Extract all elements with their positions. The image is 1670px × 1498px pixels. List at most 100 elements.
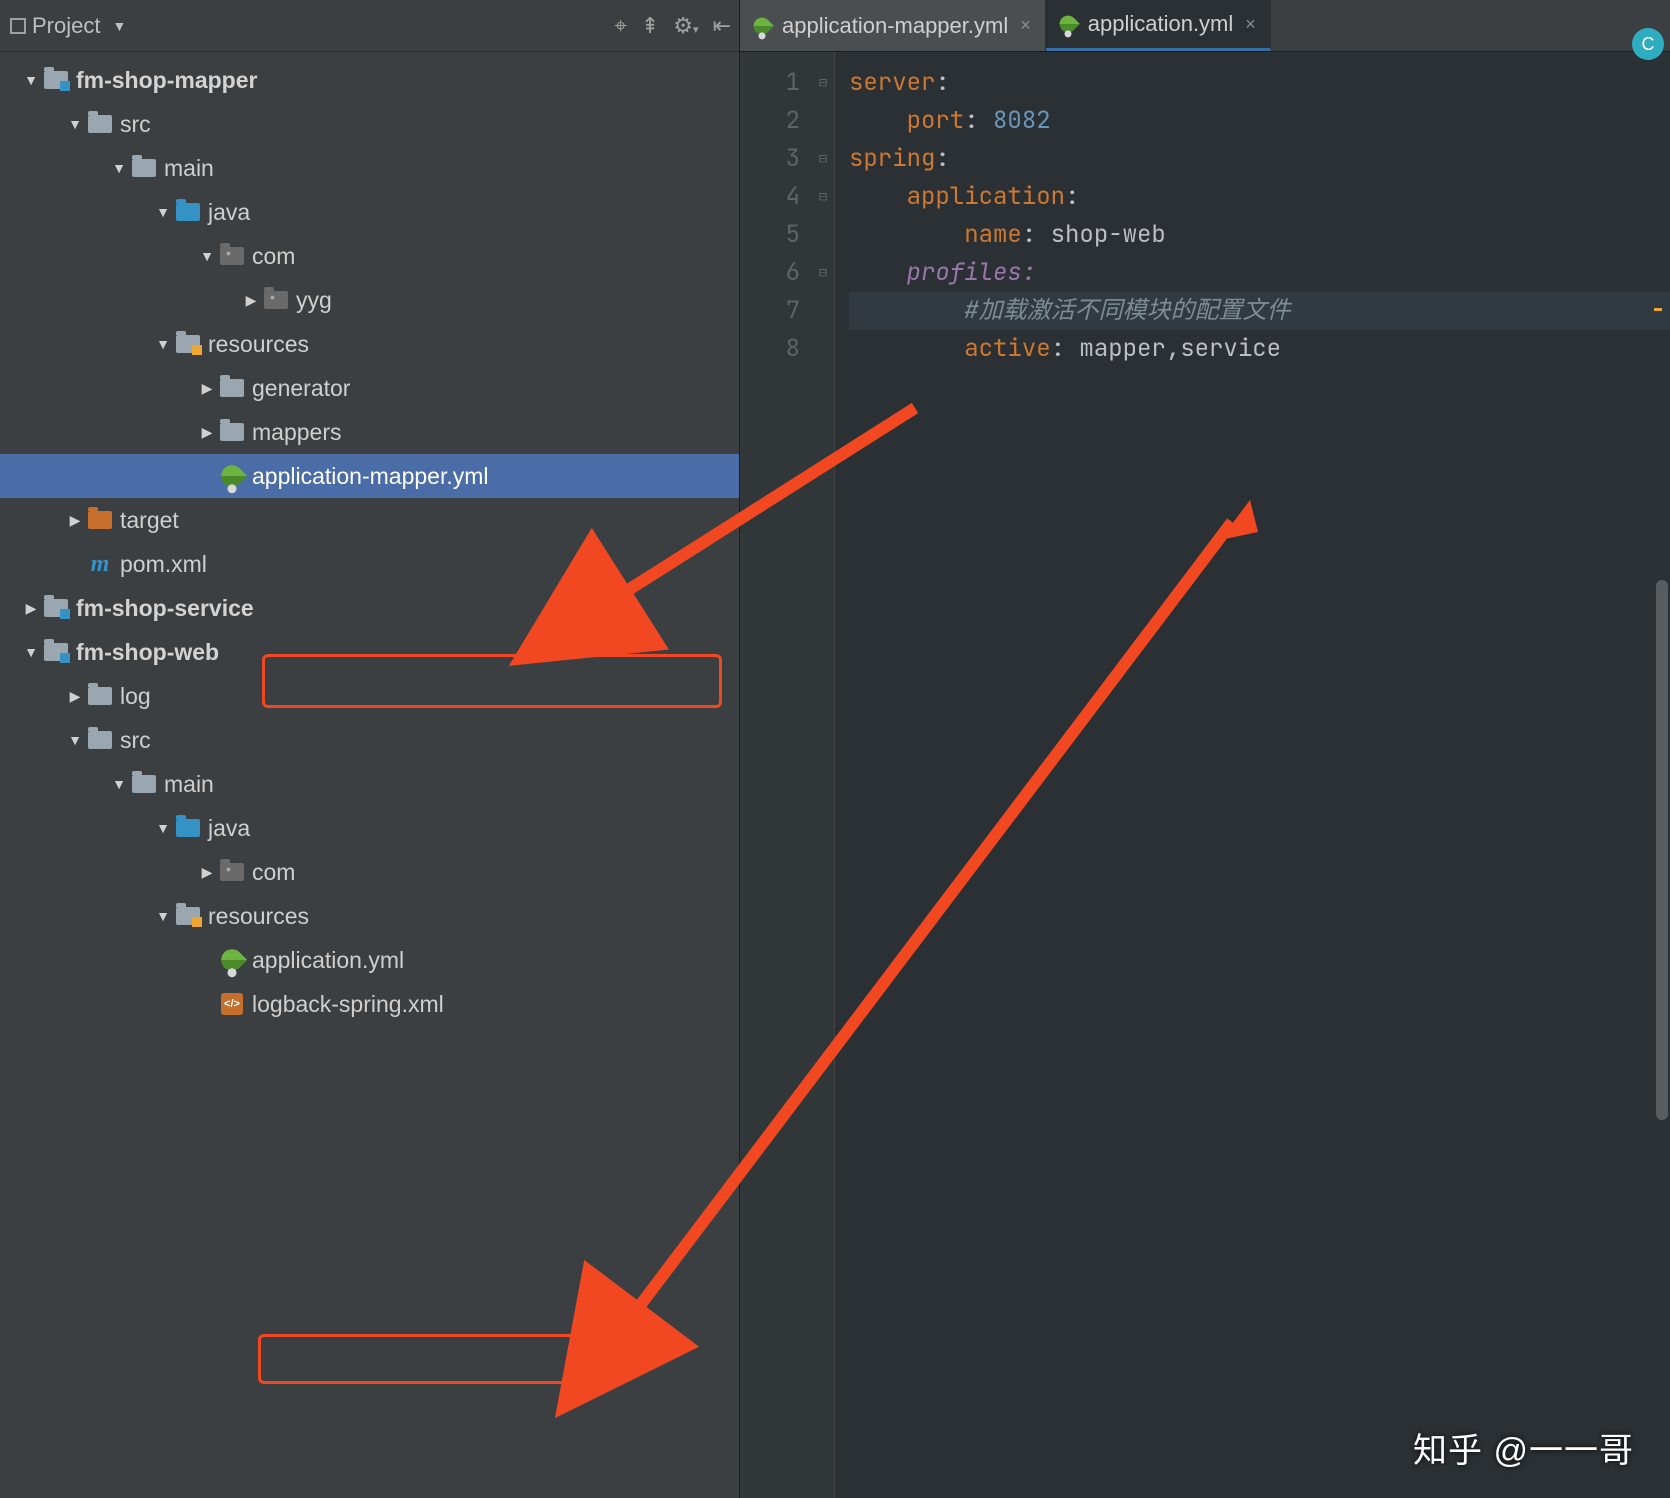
tree-item-com[interactable]: ▶com (0, 850, 739, 894)
code-area[interactable]: server: port: 8082spring: application: n… (834, 52, 1670, 1498)
tree-toggle-icon[interactable]: ▼ (108, 776, 130, 792)
tree-item-mappers[interactable]: ▶mappers (0, 410, 739, 454)
marker-warning (1654, 308, 1662, 311)
tree-toggle-icon[interactable]: ▶ (240, 292, 262, 309)
editor-tab-application-mapper-yml[interactable]: application-mapper.yml × (740, 0, 1046, 51)
spring-config-icon (218, 464, 246, 488)
tree-toggle-icon[interactable]: ▼ (20, 644, 42, 660)
editor-body[interactable]: 12345678 ⊟⊟⊟⊟ server: port: 8082spring: … (740, 52, 1670, 1498)
editor-tab-application-yml[interactable]: application.yml× (1046, 0, 1271, 51)
fold-marker[interactable]: ⊟ (812, 178, 834, 216)
project-panel-title[interactable]: Project ▼ (4, 13, 126, 39)
tree-item-generator[interactable]: ▶ generator (0, 366, 739, 410)
tree-toggle-icon[interactable]: ▶ (196, 380, 218, 397)
tree-toggle-icon[interactable]: ▶ (196, 424, 218, 441)
code-line[interactable]: name: shop-web (849, 216, 1670, 254)
tree-item-yyg[interactable]: ▶yyg (0, 278, 739, 322)
code-line[interactable]: server: (849, 64, 1670, 102)
module-folder-icon (42, 68, 70, 92)
tree-toggle-icon[interactable]: ▼ (108, 160, 130, 176)
code-line[interactable]: spring: (849, 140, 1670, 178)
code-line[interactable]: #加载激活不同模块的配置文件 (849, 292, 1670, 330)
project-title-label: Project (32, 13, 100, 39)
tree-item-resources[interactable]: ▼resources (0, 894, 739, 938)
fold-marker[interactable] (812, 216, 834, 254)
tree-item-label: logback-spring.xml (252, 991, 444, 1018)
code-line[interactable]: active: mapper,service (849, 330, 1670, 368)
folder-icon (218, 420, 246, 444)
module-folder-icon (42, 640, 70, 664)
tree-item-main[interactable]: ▼main (0, 762, 739, 806)
line-number: 1 (740, 64, 800, 102)
tree-item-java[interactable]: ▼java (0, 190, 739, 234)
tab-label: application-mapper.yml (782, 13, 1008, 39)
tree-item-com[interactable]: ▼ com (0, 234, 739, 278)
tree-toggle-icon[interactable]: ▼ (20, 72, 42, 88)
line-number: 4 (740, 178, 800, 216)
tree-item-fm-shop-service[interactable]: ▶fm-shop-service (0, 586, 739, 630)
tree-item-label: application-mapper.yml (252, 463, 489, 490)
tree-toggle-icon[interactable]: ▶ (64, 512, 86, 529)
tree-item-label: src (120, 111, 151, 138)
tree-item-label: com (252, 243, 295, 270)
tree-item-application-mapper-yml[interactable]: ▶application-mapper.yml (0, 454, 739, 498)
line-number: 8 (740, 330, 800, 368)
fold-marker[interactable] (812, 292, 834, 330)
tree-toggle-icon[interactable]: ▼ (196, 248, 218, 264)
fold-marker[interactable]: ⊟ (812, 254, 834, 292)
fold-marker[interactable] (812, 330, 834, 368)
tree-toggle-icon[interactable]: ▼ (152, 908, 174, 924)
gear-icon[interactable]: ⚙▾ (673, 13, 698, 39)
inspection-badge[interactable]: C (1632, 28, 1664, 60)
code-line[interactable]: port: 8082 (849, 102, 1670, 140)
folder-icon (86, 112, 114, 136)
folder-icon (130, 772, 158, 796)
tree-item-fm-shop-web[interactable]: ▼fm-shop-web (0, 630, 739, 674)
tree-item-java[interactable]: ▼java (0, 806, 739, 850)
tree-toggle-icon[interactable]: ▼ (64, 732, 86, 748)
line-numbers-gutter: 12345678 (740, 52, 812, 1498)
tree-item-log[interactable]: ▶log (0, 674, 739, 718)
source-folder-icon (174, 816, 202, 840)
close-icon[interactable]: × (1245, 14, 1256, 35)
project-panel-actions: ⌖ ⇞ ⚙▾ ⇤ (614, 13, 731, 39)
tree-item-src[interactable]: ▼ src (0, 102, 739, 146)
folder-icon (86, 684, 114, 708)
tree-toggle-icon[interactable]: ▼ (64, 116, 86, 132)
collapse-all-icon[interactable]: ⇞ (641, 13, 659, 39)
tree-toggle-icon[interactable]: ▶ (20, 600, 42, 617)
locate-icon[interactable]: ⌖ (614, 13, 626, 39)
tree-item-label: generator (252, 375, 350, 402)
folder-icon (130, 156, 158, 180)
tree-item-src[interactable]: ▼src (0, 718, 739, 762)
project-tree[interactable]: ▼fm-shop-mapper▼src▼main▼java▼com▶yyg▼re… (0, 52, 739, 1498)
fold-marker[interactable]: ⊟ (812, 64, 834, 102)
code-line[interactable]: profiles: (849, 254, 1670, 292)
tree-item-main[interactable]: ▼main (0, 146, 739, 190)
fold-marker[interactable]: ⊟ (812, 140, 834, 178)
tree-item-application-yml[interactable]: ▶application.yml (0, 938, 739, 982)
tree-toggle-icon[interactable]: ▶ (64, 688, 86, 705)
tree-item-label: target (120, 507, 179, 534)
close-icon[interactable]: × (1020, 15, 1031, 36)
project-tool-window: Project ▼ ⌖ ⇞ ⚙▾ ⇤ ▼fm-shop-mapper▼src▼m… (0, 0, 740, 1498)
fold-marker[interactable] (812, 102, 834, 140)
tree-item-fm-shop-mapper[interactable]: ▼fm-shop-mapper (0, 58, 739, 102)
resources-folder-icon (174, 904, 202, 928)
tree-item-resources[interactable]: ▼resources (0, 322, 739, 366)
tree-item-logback-spring-xml[interactable]: ▶</>logback-spring.xml (0, 982, 739, 1026)
resources-folder-icon (174, 332, 202, 356)
fold-column[interactable]: ⊟⊟⊟⊟ (812, 52, 834, 1498)
tree-item-pom-xml[interactable]: ▶mpom.xml (0, 542, 739, 586)
hide-panel-icon[interactable]: ⇤ (713, 13, 731, 39)
editor-panel: application-mapper.yml×application.yml× … (740, 0, 1670, 1498)
tree-item-label: pom.xml (120, 551, 207, 578)
spring-config-icon (1056, 12, 1080, 36)
tree-toggle-icon[interactable]: ▼ (152, 204, 174, 220)
module-folder-icon (42, 596, 70, 620)
tree-toggle-icon[interactable]: ▼ (152, 336, 174, 352)
code-line[interactable]: application: (849, 178, 1670, 216)
tree-toggle-icon[interactable]: ▶ (196, 864, 218, 881)
tree-item-target[interactable]: ▶ target (0, 498, 739, 542)
tree-toggle-icon[interactable]: ▼ (152, 820, 174, 836)
